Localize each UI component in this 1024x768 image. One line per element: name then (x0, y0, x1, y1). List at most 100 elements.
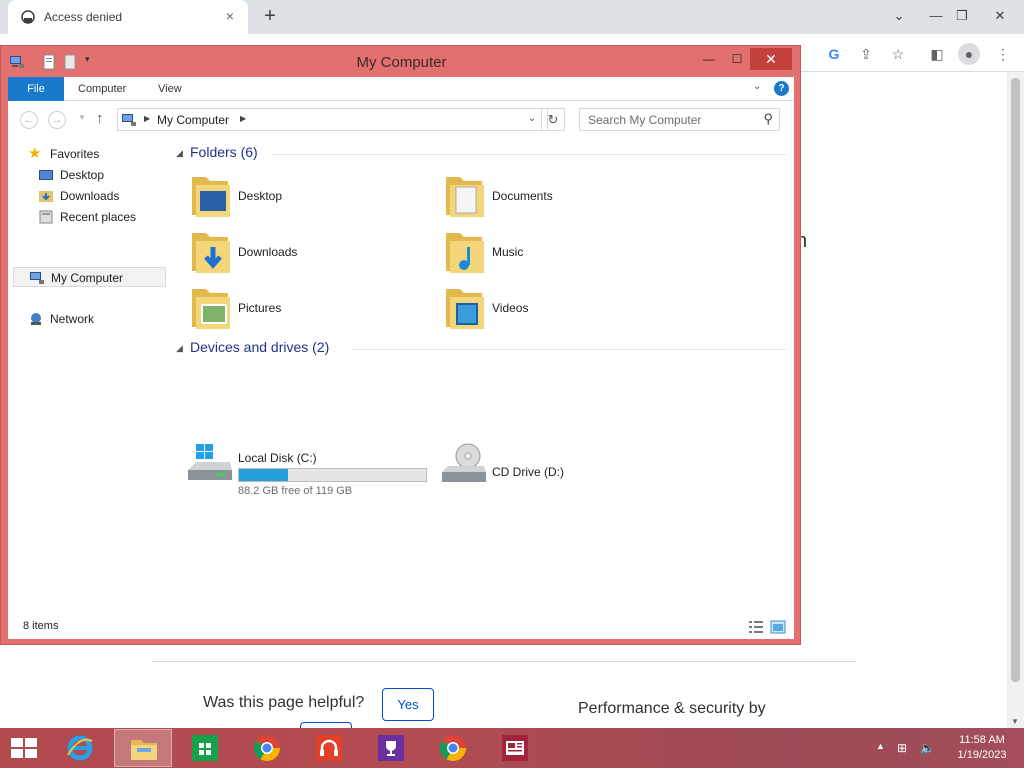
restore-icon[interactable]: ❐ (950, 4, 974, 28)
folder-desktop[interactable]: Desktop (186, 171, 426, 223)
scroll-down-icon[interactable]: ▼ (1011, 717, 1019, 726)
share-icon[interactable]: ⇪ (855, 43, 877, 65)
bookmark-star-icon[interactable]: ☆ (887, 43, 909, 65)
taskbar-games-app[interactable] (362, 729, 420, 767)
side-panel-icon[interactable]: ◧ (926, 43, 948, 65)
nav-item-favorites[interactable]: ★ Favorites (8, 144, 166, 164)
recent-locations-icon[interactable]: ▼ (78, 113, 86, 122)
minimize-icon[interactable]: — (924, 4, 948, 28)
folder-documents[interactable]: Documents (440, 171, 680, 223)
tab-file[interactable]: File (8, 77, 64, 101)
drive-local-disk-c[interactable]: Local Disk (C:) 88.2 GB free of 119 GB (186, 443, 456, 497)
yes-button[interactable]: Yes (382, 688, 434, 721)
details-view-icon[interactable] (748, 620, 764, 634)
drive-cd-d[interactable]: CD Drive (D:) (440, 443, 680, 495)
drive-usage-fill (239, 469, 288, 481)
back-button[interactable]: ← (20, 111, 38, 129)
group-label: Devices and drives (2) (190, 339, 330, 355)
chevron-right-icon[interactable]: ▶ (240, 114, 246, 123)
system-clock[interactable]: 11:58 AM 1/19/2023 (950, 733, 1014, 763)
windows-drive-icon (188, 444, 232, 480)
star-icon: ★ (28, 145, 42, 162)
drive-label: Local Disk (C:) (238, 451, 317, 465)
taskbar-news-app[interactable] (486, 729, 544, 767)
address-dropdown-icon[interactable]: ⌄ (528, 113, 536, 124)
large-icons-view-icon[interactable] (770, 620, 786, 634)
chrome-icon (253, 735, 281, 762)
tab-view[interactable]: View (158, 83, 182, 95)
search-input[interactable]: Search My Computer ⚲ (579, 108, 780, 131)
more-menu-icon[interactable]: ⋮ (992, 43, 1014, 65)
close-window-icon[interactable]: ✕ (988, 4, 1012, 28)
globe-warning-icon (21, 10, 35, 24)
maximize-button[interactable]: ☐ (725, 48, 749, 70)
taskbar-store[interactable] (176, 729, 234, 767)
expand-ribbon-icon[interactable]: ⌄ (753, 81, 761, 92)
navigation-pane: ★ Favorites Desktop Downloads Recent pla… (8, 139, 168, 609)
taskbar-music-app[interactable] (300, 729, 358, 767)
collapse-triangle-icon[interactable]: ◢ (176, 148, 183, 159)
helpful-question: Was this page helpful? (203, 694, 365, 711)
folder-pictures[interactable]: Pictures (186, 283, 426, 335)
nav-label: Downloads (60, 189, 120, 203)
new-tab-button[interactable]: + (260, 6, 280, 26)
tile-label: Documents (492, 189, 553, 203)
taskbar-chrome[interactable] (238, 729, 296, 767)
browser-tab-access-denied[interactable]: Access denied × (8, 0, 248, 34)
tile-label: Music (492, 245, 524, 259)
chevron-down-icon[interactable]: ⌄ (887, 4, 911, 28)
nav-item-network[interactable]: Network (8, 309, 166, 329)
up-button[interactable]: ↑ (96, 110, 104, 127)
collapse-triangle-icon[interactable]: ◢ (176, 343, 183, 354)
breadcrumb-my-computer[interactable]: My Computer (157, 113, 229, 127)
trophy-icon (378, 735, 404, 761)
performance-security-text: Performance & security by (578, 700, 766, 717)
tile-label: Downloads (238, 245, 298, 259)
taskbar-file-explorer[interactable] (114, 729, 172, 767)
nav-label: Desktop (60, 168, 105, 182)
desktop-icon (39, 170, 53, 180)
file-explorer-icon (131, 740, 157, 760)
page-divider (152, 661, 856, 662)
google-icon[interactable]: G (823, 43, 845, 65)
folder-videos[interactable]: Videos (440, 283, 680, 335)
network-status-icon[interactable]: ⊞ (897, 741, 907, 755)
group-header-devices-drives[interactable]: ◢ Devices and drives (2) (176, 339, 786, 359)
nav-item-desktop[interactable]: Desktop (8, 165, 166, 185)
downloads-folder-icon (192, 233, 230, 273)
store-icon (192, 735, 218, 761)
group-header-folders[interactable]: ◢ Folders (6) (176, 144, 786, 164)
tile-label: Pictures (238, 301, 282, 315)
forward-button[interactable]: → (48, 111, 66, 129)
show-hidden-icons-icon[interactable]: ▲ (876, 741, 885, 751)
page-scrollbar[interactable]: ▼ (1007, 72, 1024, 728)
close-tab-icon[interactable]: × (222, 8, 238, 24)
clock-time: 11:58 AM (959, 734, 1005, 746)
taskbar-chrome-2[interactable] (424, 729, 482, 767)
close-button[interactable]: ✕ (750, 48, 792, 70)
refresh-button[interactable]: ↻ (541, 108, 565, 131)
profile-avatar-icon[interactable]: ● (958, 43, 980, 65)
nav-item-my-computer[interactable]: My Computer (13, 267, 166, 287)
nav-item-recent-places[interactable]: Recent places (8, 207, 166, 227)
explorer-window: ▾ My Computer — ☐ ✕ File Computer View ⌄… (0, 45, 801, 645)
scrollbar-thumb[interactable] (1011, 78, 1020, 682)
chevron-right-icon[interactable]: ▶ (144, 114, 150, 123)
folder-downloads[interactable]: Downloads (186, 227, 426, 279)
nav-label: Recent places (60, 210, 137, 224)
windows-start-icon[interactable] (8, 736, 40, 760)
tab-computer[interactable]: Computer (78, 83, 126, 95)
address-bar[interactable]: ▶ My Computer ▶ ⌄ (117, 108, 548, 131)
ribbon: File Computer View ⌄ ? (8, 77, 794, 101)
taskbar-internet-explorer[interactable] (51, 729, 109, 767)
item-count: 8 items (23, 620, 59, 632)
folder-music[interactable]: Music (440, 227, 680, 279)
help-icon[interactable]: ? (774, 81, 789, 96)
group-divider (351, 349, 786, 350)
minimize-button[interactable]: — (697, 48, 721, 70)
navigation-bar: ← → ▼ ↑ ▶ My Computer ▶ ⌄ ↻ Search My Co… (8, 101, 794, 139)
tile-label: Desktop (238, 189, 283, 203)
nav-item-downloads[interactable]: Downloads (8, 186, 166, 206)
volume-icon[interactable]: 🔈 (920, 741, 935, 755)
search-icon: ⚲ (763, 111, 773, 126)
